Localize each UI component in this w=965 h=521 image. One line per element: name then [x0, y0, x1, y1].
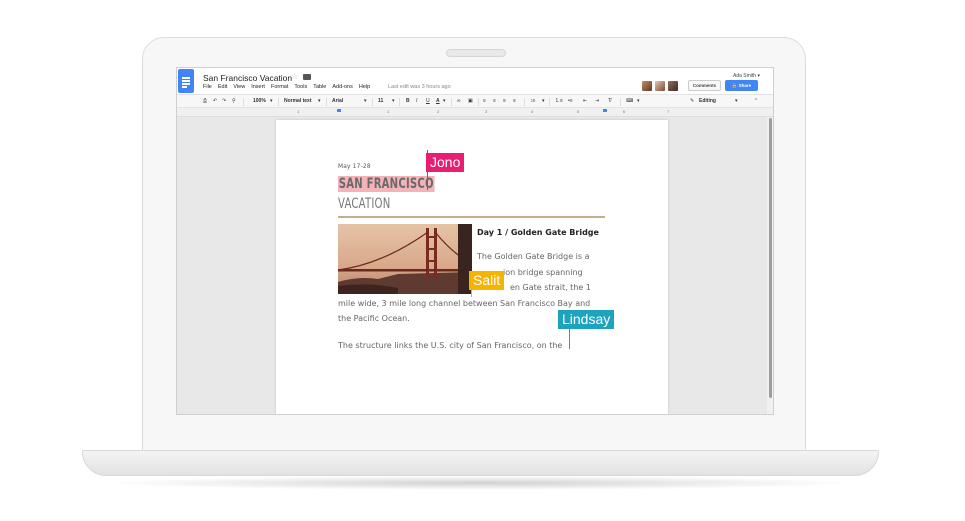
- laptop-shadow: [100, 476, 860, 490]
- folder-icon[interactable]: [303, 74, 311, 80]
- ruler-tick: 6: [623, 109, 626, 114]
- right-indent-marker[interactable]: [603, 109, 607, 112]
- style-select[interactable]: Normal text: [284, 98, 312, 105]
- ruler[interactable]: 1 1 2 3 4 5 6 7: [177, 108, 773, 117]
- paragraph-line[interactable]: the Pacific Ocean.: [338, 311, 410, 327]
- account-name[interactable]: Ada Smith ▾: [733, 73, 760, 79]
- chevron-down-icon: ▾: [364, 98, 367, 104]
- avatar[interactable]: [668, 81, 678, 91]
- align-center-icon[interactable]: ≡: [493, 98, 496, 105]
- menu-tools[interactable]: Tools: [294, 84, 307, 90]
- paragraph-line[interactable]: en Gate strait, the 1: [510, 280, 591, 296]
- decrease-indent-icon[interactable]: ⇤: [583, 98, 587, 105]
- jono-cursor-label: Jono: [426, 153, 465, 172]
- clear-format-icon[interactable]: T̸: [608, 98, 611, 105]
- scrollbar-thumb[interactable]: [769, 118, 772, 398]
- chevron-down-icon: ▾: [392, 98, 395, 104]
- align-justify-icon[interactable]: ≡: [513, 98, 516, 105]
- align-right-icon[interactable]: ≡: [503, 98, 506, 105]
- italic-icon[interactable]: I: [416, 98, 417, 105]
- doc-title[interactable]: San Francisco Vacation: [203, 73, 292, 83]
- avatar[interactable]: [655, 81, 665, 91]
- docs-window: San Francisco Vacation ☆ File Edit View …: [176, 67, 774, 415]
- ruler-tick: 3: [485, 109, 488, 114]
- format-toolbar: ⎙ ↶ ↷ ⚲ 100% ▾ Normal text ▾ Arial ▾ 11 …: [177, 94, 773, 108]
- editing-mode-select[interactable]: Editing: [699, 98, 716, 105]
- docs-logo-icon[interactable]: [178, 69, 194, 93]
- link-icon[interactable]: ∞: [457, 98, 461, 105]
- avatar[interactable]: [642, 81, 652, 91]
- stage: San Francisco Vacation ☆ File Edit View …: [0, 0, 965, 521]
- comments-button[interactable]: Comments: [688, 80, 721, 91]
- doc-heading-line2[interactable]: VACATION: [338, 196, 390, 212]
- star-icon[interactable]: ☆: [291, 72, 298, 81]
- menu-bar: File Edit View Insert Format Tools Table…: [203, 84, 370, 90]
- salit-cursor-label: Salit: [469, 271, 505, 290]
- paint-format-icon[interactable]: ⚲: [232, 98, 236, 105]
- text-color-icon[interactable]: A: [436, 98, 440, 105]
- undo-icon[interactable]: ↶: [213, 98, 217, 105]
- last-edit-status[interactable]: Last edit was 3 hours ago: [388, 84, 451, 90]
- ruler-tick: 4: [531, 109, 534, 114]
- menu-file[interactable]: File: [203, 84, 212, 90]
- ruler-tick: 5: [577, 109, 580, 114]
- laptop-base: [82, 450, 879, 476]
- chevron-down-icon: ▾: [270, 98, 273, 104]
- divider: [338, 216, 605, 218]
- menu-addons[interactable]: Add-ons: [332, 84, 353, 90]
- doc-heading-line1[interactable]: SAN FRANCISCO: [338, 176, 435, 192]
- bulleted-list-icon[interactable]: •≡: [568, 98, 573, 105]
- increase-indent-icon[interactable]: ⇥: [595, 98, 599, 105]
- selected-text[interactable]: SAN FRANCISCO: [338, 176, 435, 192]
- numbered-list-icon[interactable]: ⒈≡: [555, 98, 563, 105]
- day-heading[interactable]: Day 1 / Golden Gate Bridge: [477, 228, 599, 237]
- paragraph-line[interactable]: ion bridge spanning: [503, 265, 583, 281]
- zoom-select[interactable]: 100%: [253, 98, 266, 105]
- collapse-icon[interactable]: ⌃: [754, 98, 758, 105]
- keyboard-icon[interactable]: ⌨: [626, 98, 633, 105]
- ruler-tick: 1: [387, 109, 390, 114]
- paragraph-line[interactable]: mile wide, 3 mile long channel between S…: [338, 296, 590, 312]
- share-button-label: Share: [738, 83, 752, 88]
- chevron-down-icon: ▾: [637, 98, 640, 104]
- golden-gate-photo[interactable]: [338, 224, 472, 294]
- lindsay-cursor-label: Lindsay: [558, 310, 615, 329]
- indent-marker[interactable]: [337, 109, 341, 112]
- chevron-down-icon: ▾: [443, 98, 446, 104]
- print-icon[interactable]: ⎙: [203, 98, 207, 105]
- menu-view[interactable]: View: [233, 84, 245, 90]
- menu-insert[interactable]: Insert: [251, 84, 265, 90]
- comment-icon[interactable]: ▣: [468, 98, 473, 105]
- menu-table[interactable]: Table: [313, 84, 326, 90]
- chevron-down-icon: ▾: [735, 98, 738, 104]
- collaborator-avatars: [642, 81, 678, 91]
- trip-dates[interactable]: May 17-28: [338, 162, 371, 170]
- line-spacing-icon[interactable]: ↕≡: [530, 98, 535, 105]
- font-select[interactable]: Arial: [332, 98, 343, 105]
- document-page[interactable]: May 17-28 SAN FRANCISCO VACATION Day 1 /…: [276, 120, 668, 414]
- paragraph-line[interactable]: The structure links the U.S. city of San…: [338, 338, 562, 354]
- redo-icon[interactable]: ↷: [222, 98, 226, 105]
- menu-help[interactable]: Help: [359, 84, 370, 90]
- align-left-icon[interactable]: ≡: [483, 98, 486, 105]
- chevron-down-icon: ▾: [318, 98, 321, 104]
- pencil-icon: ✎: [690, 98, 695, 104]
- font-size-select[interactable]: 11: [378, 98, 383, 105]
- underline-icon[interactable]: U: [426, 98, 430, 105]
- menu-format[interactable]: Format: [271, 84, 288, 90]
- share-button[interactable]: 🔒 Share: [725, 80, 758, 91]
- menu-edit[interactable]: Edit: [218, 84, 227, 90]
- ruler-tick: 2: [437, 109, 440, 114]
- chevron-down-icon: ▾: [542, 98, 545, 104]
- bold-icon[interactable]: B: [406, 98, 410, 105]
- laptop-camera: [446, 49, 506, 57]
- ruler-tick: 1: [297, 109, 300, 114]
- docs-header: San Francisco Vacation ☆ File Edit View …: [177, 68, 773, 94]
- ruler-tick: 7: [667, 109, 670, 114]
- paragraph-line[interactable]: The Golden Gate Bridge is a: [477, 249, 590, 265]
